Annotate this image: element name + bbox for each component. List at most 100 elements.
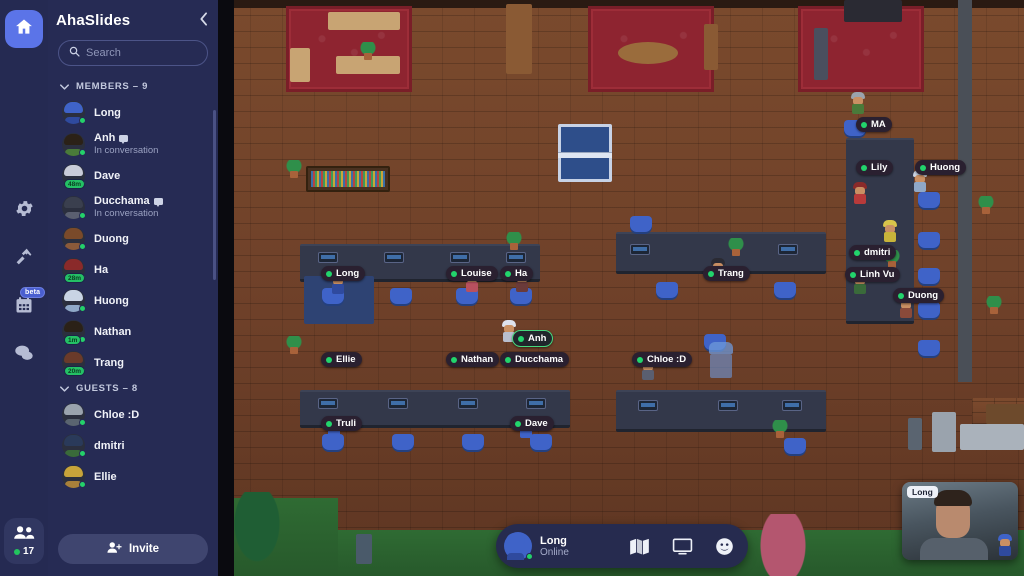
people-count: 17 bbox=[13, 546, 34, 557]
monitor bbox=[506, 252, 526, 263]
search-box[interactable] bbox=[58, 40, 208, 66]
group-header-guests[interactable]: GUESTS – 8 bbox=[48, 378, 218, 399]
add-user-icon bbox=[107, 541, 122, 557]
online-dot-icon bbox=[505, 270, 511, 277]
map-name-tag-label: Ha bbox=[515, 268, 528, 279]
online-dot-icon bbox=[451, 270, 457, 277]
monitor bbox=[778, 244, 798, 255]
calendar-icon bbox=[14, 295, 34, 320]
member-row[interactable]: dmitri bbox=[48, 430, 218, 461]
online-dot-icon bbox=[515, 420, 521, 427]
emoji-icon[interactable] bbox=[715, 537, 734, 556]
online-dot-icon bbox=[861, 164, 867, 171]
chair bbox=[918, 232, 940, 248]
map-name-tag: Anh bbox=[512, 330, 554, 347]
map-icon[interactable] bbox=[629, 538, 650, 555]
chair bbox=[918, 192, 940, 208]
calendar-button[interactable]: beta bbox=[0, 283, 48, 331]
online-dot-icon bbox=[708, 270, 714, 277]
member-row[interactable]: Ellie bbox=[48, 461, 218, 492]
chair bbox=[918, 268, 940, 284]
time-badge: 48m bbox=[64, 179, 86, 189]
center-counter bbox=[506, 4, 532, 74]
tree bbox=[234, 492, 280, 562]
member-name: Chloe :D bbox=[94, 409, 139, 421]
member-row[interactable]: Anh In conversation bbox=[48, 128, 218, 160]
online-dot-icon bbox=[79, 419, 86, 426]
member-name-text: Huong bbox=[94, 294, 129, 307]
armchair bbox=[290, 48, 310, 82]
map-name-tag: Long bbox=[321, 266, 366, 281]
map-name-tag: Ellie bbox=[321, 352, 362, 367]
member-row[interactable]: Duong bbox=[48, 223, 218, 254]
member-text: Trang bbox=[94, 357, 124, 369]
avatar bbox=[62, 434, 86, 457]
member-row[interactable]: Ducchama In conversation bbox=[48, 191, 218, 223]
group-label: MEMBERS – 9 bbox=[76, 81, 149, 92]
settings-button[interactable] bbox=[0, 187, 48, 235]
online-dot-icon bbox=[850, 271, 856, 278]
chair bbox=[656, 282, 678, 298]
map-name-tag: Nathan bbox=[446, 352, 500, 367]
plant bbox=[286, 336, 302, 354]
online-dot-icon bbox=[79, 211, 86, 219]
video-subject-body bbox=[920, 538, 988, 560]
map-name-tag-label: Louise bbox=[461, 268, 492, 279]
member-row[interactable]: 1m Nathan bbox=[48, 316, 218, 347]
home-button[interactable] bbox=[5, 10, 43, 48]
invite-label: Invite bbox=[128, 543, 160, 555]
monitor bbox=[718, 400, 738, 411]
chevron-down-icon bbox=[60, 384, 69, 394]
rug-plant bbox=[360, 42, 376, 60]
member-text: dmitri bbox=[94, 440, 125, 452]
map-name-tag-label: Ducchama bbox=[515, 354, 564, 365]
monitor bbox=[638, 400, 658, 411]
search-input[interactable] bbox=[86, 47, 197, 59]
member-name-text: Ducchama bbox=[94, 195, 150, 207]
monitor bbox=[318, 398, 338, 409]
avatar[interactable] bbox=[504, 532, 533, 560]
invite-button[interactable]: Invite bbox=[58, 534, 208, 564]
member-name: Huong bbox=[94, 295, 129, 307]
time-badge: 1m bbox=[64, 335, 82, 345]
monitor bbox=[388, 398, 408, 409]
member-row[interactable]: 28m Ha bbox=[48, 254, 218, 285]
avatar bbox=[62, 403, 86, 426]
member-status: In conversation bbox=[94, 208, 159, 219]
people-button[interactable]: 17 bbox=[4, 518, 44, 564]
character bbox=[850, 92, 866, 114]
gear-icon bbox=[14, 198, 35, 224]
chair bbox=[784, 438, 806, 454]
member-row[interactable]: Huong bbox=[48, 285, 218, 316]
time-badge: 28m bbox=[64, 273, 86, 283]
video-subject-hair bbox=[934, 490, 972, 506]
video-tile[interactable]: Long bbox=[902, 482, 1018, 560]
chat-button[interactable] bbox=[0, 331, 48, 379]
canvas-gutter bbox=[218, 0, 234, 576]
sidebar-header: AhaSlides bbox=[48, 0, 218, 40]
member-row[interactable]: Chloe :D bbox=[48, 399, 218, 430]
group-header-members[interactable]: MEMBERS – 9 bbox=[48, 76, 218, 97]
member-name-text: Trang bbox=[94, 356, 124, 369]
sidebar-scrollbar[interactable] bbox=[213, 110, 216, 280]
toolbar-user-status: Online bbox=[540, 546, 569, 558]
member-row[interactable]: 20m Trang bbox=[48, 347, 218, 378]
member-text: Long bbox=[94, 107, 121, 119]
chevron-left-icon[interactable] bbox=[199, 11, 208, 29]
map-name-tag: Louise bbox=[446, 266, 498, 281]
time-badge: 20m bbox=[64, 366, 86, 376]
member-text: Chloe :D bbox=[94, 409, 139, 421]
build-button[interactable] bbox=[0, 235, 48, 283]
monitor bbox=[450, 252, 470, 263]
map-name-tag: Dave bbox=[510, 416, 554, 431]
online-dot-icon bbox=[79, 117, 86, 124]
online-dot-icon bbox=[79, 305, 86, 312]
tree-blossom bbox=[760, 514, 806, 576]
member-row[interactable]: Long bbox=[48, 97, 218, 128]
member-row[interactable]: 48m Dave bbox=[48, 160, 218, 191]
oval-table bbox=[618, 42, 678, 64]
avatar bbox=[62, 289, 86, 312]
sidebar: AhaSlides MEMBERS – 9 Long AnhIn conversat… bbox=[48, 0, 218, 576]
toolbar-actions bbox=[629, 537, 734, 556]
screen-share-icon[interactable] bbox=[672, 537, 693, 555]
